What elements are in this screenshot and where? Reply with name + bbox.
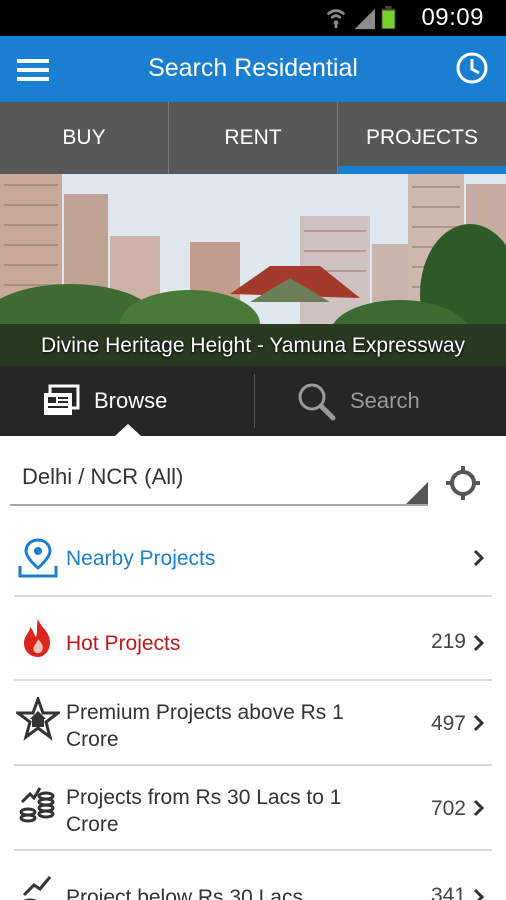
- mode-switcher: Browse Search: [0, 366, 506, 436]
- list-item-budget-projects[interactable]: Project below Rs 30 Lacs 341: [14, 851, 492, 900]
- project-count: 341: [430, 884, 466, 900]
- recent-searches-button[interactable]: [454, 50, 490, 86]
- browse-cards-icon: [44, 384, 80, 415]
- list-item-label: Project below Rs 30 Lacs: [66, 886, 303, 900]
- tab-rent[interactable]: RENT: [168, 102, 337, 174]
- search-icon: [298, 383, 336, 421]
- crosshair-icon: [446, 466, 480, 500]
- chevron-right-icon: [473, 799, 485, 817]
- browse-mode-button[interactable]: Browse: [42, 366, 167, 436]
- list-item-nearby-projects[interactable]: Nearby Projects: [14, 520, 492, 597]
- chevron-right-icon: [473, 549, 485, 567]
- clock-icon: [456, 52, 488, 84]
- battery-icon: [381, 5, 396, 30]
- page-title: Search Residential: [148, 54, 358, 82]
- locate-me-button[interactable]: [444, 464, 482, 502]
- city-dropdown[interactable]: Delhi / NCR (All): [10, 444, 428, 506]
- wifi-icon: [326, 9, 346, 29]
- list-item-mid-range-projects[interactable]: Projects from Rs 30 Lacs to 1 Crore 702: [14, 766, 492, 851]
- tab-buy[interactable]: BUY: [0, 102, 168, 174]
- star-house-icon: [16, 697, 60, 741]
- list-item-label: Nearby Projects: [66, 547, 216, 570]
- signal-icon: [354, 8, 375, 30]
- city-dropdown-value: Delhi / NCR (All): [22, 464, 184, 489]
- tab-projects[interactable]: PROJECTS: [337, 102, 506, 174]
- coin-stack-small-icon: [22, 876, 52, 900]
- chevron-right-icon: [473, 634, 485, 652]
- status-bar: 09:09: [0, 0, 506, 36]
- list-item-label: Projects from Rs 30 Lacs to 1 Crore: [66, 786, 342, 836]
- tab-bar: BUY RENT PROJECTS: [0, 102, 506, 174]
- mode-divider: [254, 374, 255, 428]
- list-item-hot-projects[interactable]: Hot Projects 219: [14, 597, 492, 681]
- project-count: 497: [430, 712, 466, 735]
- search-label: Search: [350, 388, 420, 413]
- list-item-label: Hot Projects: [66, 632, 181, 655]
- featured-project-banner[interactable]: Divine Heritage Height - Yamuna Expressw…: [0, 174, 506, 366]
- coin-stack-icon: [19, 787, 55, 823]
- banner-caption: Divine Heritage Height - Yamuna Expressw…: [40, 334, 466, 357]
- dropdown-corner-icon: [406, 482, 428, 504]
- search-mode-button[interactable]: Search: [296, 366, 420, 436]
- chevron-right-icon: [473, 714, 485, 732]
- project-count: 702: [430, 797, 466, 820]
- browse-label: Browse: [94, 388, 168, 413]
- flame-icon: [24, 619, 50, 657]
- list-item-label: Premium Projects above Rs 1 Crore: [66, 701, 344, 751]
- list-item-premium-projects[interactable]: Premium Projects above Rs 1 Crore 497: [14, 681, 492, 766]
- status-icons: [326, 5, 396, 30]
- location-pin-icon: [18, 538, 58, 578]
- project-count: 219: [430, 630, 466, 653]
- status-time: 09:09: [421, 4, 484, 31]
- app-bar: Search Residential: [0, 36, 506, 102]
- chevron-right-icon: [473, 888, 485, 900]
- selected-mode-pointer: [115, 424, 141, 436]
